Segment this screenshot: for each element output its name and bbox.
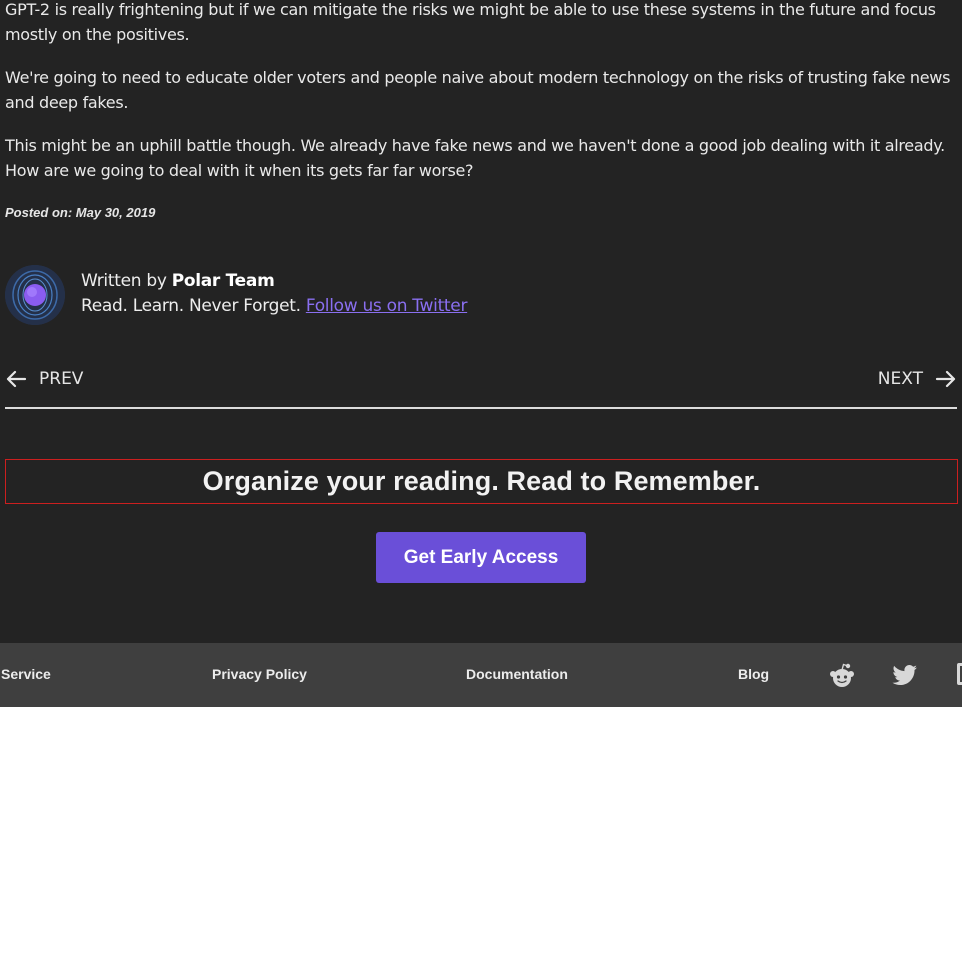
get-early-access-button[interactable]: Get Early Access <box>376 532 586 583</box>
article-paragraph: We're going to need to educate older vot… <box>5 68 951 112</box>
partial-icon[interactable] <box>957 663 962 685</box>
article-section: GPT-2 is really frightening but if we ca… <box>0 0 962 643</box>
arrow-left-icon <box>6 370 27 388</box>
post-navigation: PREV NEXT <box>5 365 957 409</box>
cta-heading: Organize your reading. Read to Remember. <box>202 466 761 496</box>
arrow-right-icon <box>935 370 956 388</box>
avatar <box>5 265 65 325</box>
next-label: NEXT <box>877 369 923 389</box>
polar-logo-icon <box>5 265 65 325</box>
article-paragraph: GPT-2 is really frightening but if we ca… <box>5 0 936 44</box>
page: GPT-2 is really frightening but if we ca… <box>0 0 962 962</box>
posted-label: Posted on: <box>5 205 73 220</box>
footer-link-service[interactable]: Service <box>1 666 51 682</box>
posted-date: Posted on: May 30, 2019 <box>5 205 155 220</box>
footer-link-documentation[interactable]: Documentation <box>466 666 568 682</box>
written-by-label: Written by <box>81 271 167 291</box>
author-box: Written by Polar Team Read. Learn. Never… <box>5 265 905 327</box>
article-paragraph: This might be an uphill battle though. W… <box>5 136 945 180</box>
prev-post-link[interactable]: PREV <box>5 369 83 389</box>
author-byline: Written by Polar Team <box>81 271 275 291</box>
reddit-icon[interactable] <box>828 662 856 688</box>
follow-twitter-link[interactable]: Follow us on Twitter <box>306 296 468 316</box>
posted-date-value: May 30, 2019 <box>75 205 156 220</box>
footer-link-blog[interactable]: Blog <box>738 666 769 682</box>
author-tagline: Read. Learn. Never Forget. <box>81 296 301 316</box>
footer-link-privacy-policy[interactable]: Privacy Policy <box>212 666 307 682</box>
cta-banner: Organize your reading. Read to Remember. <box>5 459 958 504</box>
footer: Service Privacy Policy Documentation Blo… <box>0 643 962 707</box>
next-post-link[interactable]: NEXT <box>878 369 957 389</box>
prev-label: PREV <box>39 369 84 389</box>
author-tagline-line: Read. Learn. Never Forget. Follow us on … <box>81 296 467 316</box>
author-name: Polar Team <box>171 271 275 291</box>
twitter-icon[interactable] <box>891 662 919 688</box>
